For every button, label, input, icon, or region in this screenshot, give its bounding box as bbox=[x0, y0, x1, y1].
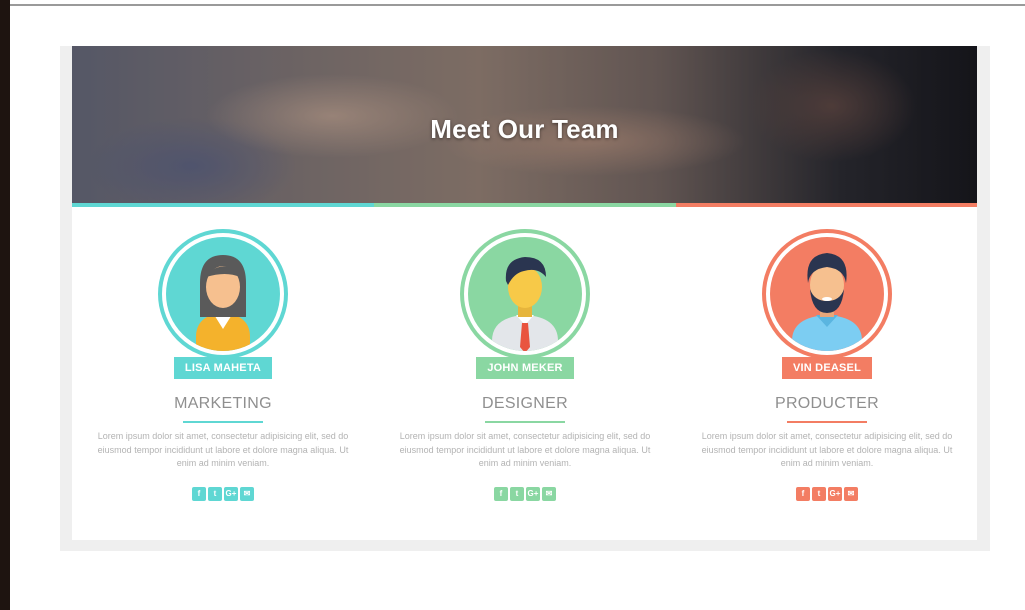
google-plus-icon[interactable]: G+ bbox=[526, 487, 540, 501]
member-description: Lorem ipsum dolor sit amet, consectetur … bbox=[399, 431, 651, 468]
male-avatar-icon bbox=[492, 257, 558, 351]
female-avatar-icon bbox=[196, 255, 250, 351]
facebook-icon[interactable]: f bbox=[796, 487, 810, 501]
hero-title: Meet Our Team bbox=[430, 114, 619, 144]
facebook-icon[interactable]: f bbox=[494, 487, 508, 501]
hero-banner: Meet Our Team bbox=[72, 46, 977, 203]
member-description: Lorem ipsum dolor sit amet, consectetur … bbox=[701, 431, 953, 468]
google-plus-icon[interactable]: G+ bbox=[224, 487, 238, 501]
email-icon[interactable]: ✉ bbox=[240, 487, 254, 501]
accent-bar-coral bbox=[676, 203, 977, 207]
member-name-badge: JOHN MEKER bbox=[476, 357, 574, 379]
accent-bar-green bbox=[374, 203, 676, 207]
member-name-badge: LISA MAHETA bbox=[173, 357, 273, 379]
avatar[interactable] bbox=[762, 229, 892, 359]
member-name-badge: VIN DEASEL bbox=[781, 357, 872, 379]
twitter-icon[interactable]: t bbox=[510, 487, 524, 501]
member-role: PRODUCTER bbox=[774, 395, 880, 412]
member-role: DESIGNER bbox=[482, 395, 568, 412]
top-divider bbox=[10, 4, 1025, 6]
email-icon[interactable]: ✉ bbox=[844, 487, 858, 501]
twitter-icon[interactable]: t bbox=[208, 487, 222, 501]
accent-bar-teal bbox=[72, 203, 374, 207]
window-frame bbox=[0, 0, 10, 610]
role-underline bbox=[787, 421, 867, 423]
team-member-lisa: LISA MAHETA MARKETING Lorem ipsum dolor … bbox=[72, 229, 374, 529]
team-member-john: JOHN MEKER DESIGNER Lorem ipsum dolor si… bbox=[374, 229, 676, 529]
avatar[interactable] bbox=[460, 229, 590, 359]
member-description: Lorem ipsum dolor sit amet, consectetur … bbox=[97, 431, 349, 468]
social-links: f t G+ ✉ bbox=[72, 487, 374, 501]
team-member-vin: VIN DEASEL PRODUCTER Lorem ipsum dolor s… bbox=[676, 229, 978, 529]
avatar[interactable] bbox=[158, 229, 288, 359]
twitter-icon[interactable]: t bbox=[812, 487, 826, 501]
role-underline bbox=[485, 421, 565, 423]
page: Meet Our Team LISA MAHETA MARKETING Lore… bbox=[10, 0, 1025, 610]
team-card: Meet Our Team LISA MAHETA MARKETING Lore… bbox=[72, 46, 977, 540]
social-links: f t G+ ✉ bbox=[374, 487, 676, 501]
social-links: f t G+ ✉ bbox=[676, 487, 978, 501]
email-icon[interactable]: ✉ bbox=[542, 487, 556, 501]
bearded-avatar-icon bbox=[792, 253, 862, 351]
member-role: MARKETING bbox=[174, 395, 272, 412]
facebook-icon[interactable]: f bbox=[192, 487, 206, 501]
role-underline bbox=[183, 421, 263, 423]
google-plus-icon[interactable]: G+ bbox=[828, 487, 842, 501]
